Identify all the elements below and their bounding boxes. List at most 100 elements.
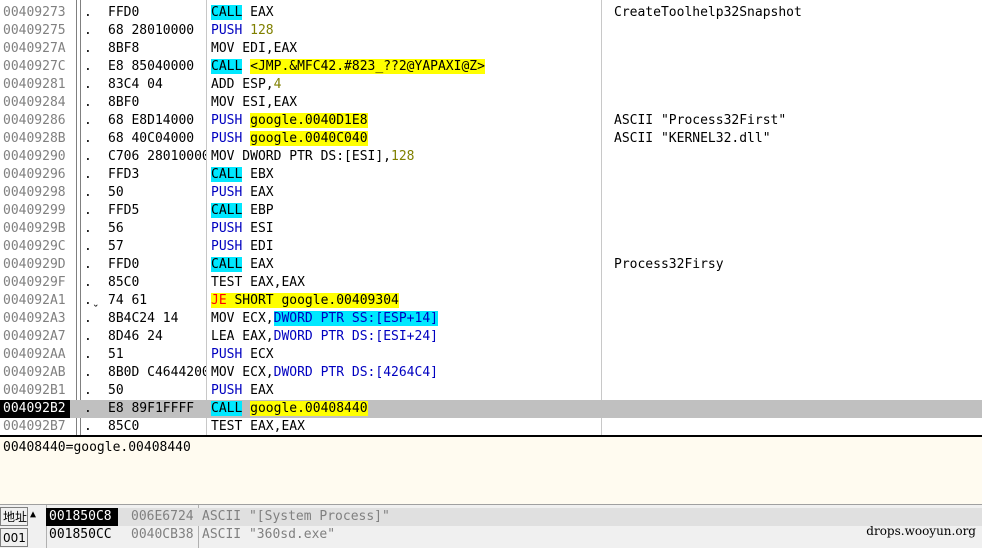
- disassembly-text: JE SHORT google.00409304: [211, 292, 399, 310]
- disasm-row[interactable]: 004092B2. E8 89F1FFFF CALL google.00408440: [0, 400, 982, 418]
- instruction-comment: ASCII "Process32First": [614, 113, 787, 128]
- address-column-cell: 001: [0, 528, 28, 547]
- disasm-row[interactable]: 00409286. 68 E8D14000 PUSH google.0040D1E8…: [0, 112, 982, 130]
- hex-bytes: 8BF8: [108, 41, 140, 56]
- disasm-row[interactable]: 004092A1 .ˬ 74 61 JE SHORT google.00409304: [0, 292, 982, 310]
- hex-bytes: 8B0D C4644200: [108, 365, 206, 380]
- disasm-row[interactable]: 00409281. 83C4 04 ADD ESP,4: [0, 76, 982, 94]
- disasm-row[interactable]: 00409298. 50 PUSH EAX: [0, 184, 982, 202]
- dump-comment: ASCII "[System Process]": [202, 509, 390, 524]
- disassembly-text: CALL EBP: [211, 202, 274, 220]
- instruction-address: 004092AB: [3, 365, 66, 380]
- hex-bytes: FFD5: [108, 203, 140, 218]
- dump-pane[interactable]: 地址 ▲ 001 001850C8 006E6724 ASCII "[System …: [0, 504, 982, 548]
- instruction-token: DWORD PTR DS:[ESI+24]: [273, 329, 438, 344]
- instruction-token: EDI: [242, 239, 274, 254]
- flow-marker: .: [84, 185, 92, 200]
- instruction-address: 00409284: [3, 95, 66, 110]
- instruction-token: 4: [273, 77, 282, 92]
- disasm-row[interactable]: 0040927A. 8BF8 MOV EDI,EAX: [0, 40, 982, 58]
- disassembly-text: CALL <JMP.&MFC42.#823_??2@YAPAXI@Z>: [211, 58, 485, 76]
- dump-comment: ASCII "360sd.exe": [202, 527, 336, 542]
- instruction-token: CALL: [211, 401, 243, 416]
- instruction-token: MOV DWORD PTR DS:[ESI],: [211, 149, 392, 164]
- disasm-row[interactable]: 00409273. FFD0 CALL EAX CreateToolhelp32Sna…: [0, 4, 982, 22]
- instruction-token: PUSH: [211, 383, 243, 398]
- disasm-row[interactable]: 004092B7. 85C0 TEST EAX,EAX: [0, 418, 982, 435]
- hex-bytes: 83C4 04: [108, 77, 163, 92]
- instruction-token: EAX: [242, 383, 274, 398]
- hex-bytes: 57: [108, 239, 124, 254]
- hex-bytes: 8BF0: [108, 95, 140, 110]
- instruction-token: [242, 131, 250, 146]
- flow-marker: .ˬ: [84, 293, 100, 308]
- instruction-token: [242, 23, 250, 38]
- instruction-comment: Process32Firsy: [614, 257, 724, 272]
- disassembly-text: PUSH ECX: [211, 346, 274, 364]
- hex-bytes: 85C0: [108, 419, 140, 434]
- disassembly-text: MOV ECX,DWORD PTR DS:[4264C4]: [211, 364, 438, 382]
- disasm-row[interactable]: 0040927C. E8 85040000 CALL <JMP.&MFC42.#82…: [0, 58, 982, 76]
- disassembly-text: MOV ECX,DWORD PTR SS:[ESP+14]: [211, 310, 438, 328]
- instruction-token: LEA EAX,: [211, 329, 274, 344]
- disasm-row[interactable]: 0040929B. 56 PUSH ESI: [0, 220, 982, 238]
- disasm-row[interactable]: 0040929F. 85C0 TEST EAX,EAX: [0, 274, 982, 292]
- dump-row[interactable]: 001850C8 006E6724 ASCII "[System Process]": [46, 508, 982, 526]
- instruction-token: EBP: [242, 203, 274, 218]
- address-column-header[interactable]: 地址: [0, 507, 28, 526]
- disasm-row[interactable]: 00409275. 68 28010000 PUSH 128: [0, 22, 982, 40]
- disassembly-text: PUSH EDI: [211, 238, 274, 256]
- dump-value: 0040CB38: [131, 527, 194, 542]
- instruction-token: google.0040C040: [250, 131, 368, 146]
- disassembly-text: PUSH 128: [211, 22, 274, 40]
- disasm-row[interactable]: 00409296. FFD3 CALL EBX: [0, 166, 982, 184]
- disassembly-text: PUSH EAX: [211, 382, 274, 400]
- disasm-row[interactable]: 00409284. 8BF0 MOV ESI,EAX: [0, 94, 982, 112]
- instruction-token: CALL: [211, 167, 243, 182]
- disasm-row[interactable]: 004092AB. 8B0D C4644200 MOV ECX,DWORD PTR …: [0, 364, 982, 382]
- disassembly-pane[interactable]: 00409273. FFD0 CALL EAX CreateToolhelp32Sna…: [0, 0, 982, 435]
- instruction-address: 00409298: [3, 185, 66, 200]
- instruction-token: PUSH: [211, 185, 243, 200]
- flow-marker: .: [84, 149, 92, 164]
- disassembly-text: MOV DWORD PTR DS:[ESI],128: [211, 148, 415, 166]
- disasm-row[interactable]: 0040929C. 57 PUSH EDI: [0, 238, 982, 256]
- dump-row[interactable]: 001850CC 0040CB38 ASCII "360sd.exe": [46, 526, 982, 544]
- instruction-token: SHORT google.00409304: [226, 293, 399, 308]
- disasm-row[interactable]: 00409290. C706 28010000 MOV DWORD PTR DS:[…: [0, 148, 982, 166]
- instruction-token: TEST EAX,EAX: [211, 275, 305, 290]
- disasm-row[interactable]: 004092AA. 51 PUSH ECX: [0, 346, 982, 364]
- hex-bytes: 68 E8D14000: [108, 113, 195, 128]
- disassembly-text: TEST EAX,EAX: [211, 418, 305, 435]
- instruction-token: CALL: [211, 203, 243, 218]
- dump-value: 006E6724: [131, 509, 194, 524]
- instruction-token: <JMP.&MFC42.#823_??2@YAPAXI@Z>: [250, 59, 485, 74]
- instruction-token: 128: [250, 23, 274, 38]
- instruction-token: [242, 113, 250, 128]
- disasm-row[interactable]: 00409299. FFD5 CALL EBP: [0, 202, 982, 220]
- instruction-address: 0040927A: [3, 41, 66, 56]
- disassembly-text: CALL google.00408440: [211, 400, 368, 418]
- flow-marker: .: [84, 77, 92, 92]
- hex-bytes: 74 61: [108, 293, 148, 308]
- info-pane: 00408440=google.00408440: [0, 435, 982, 504]
- disasm-row[interactable]: 0040928B. 68 40C04000 PUSH google.0040C040…: [0, 130, 982, 148]
- instruction-token: EAX: [242, 185, 274, 200]
- hex-bytes: 50: [108, 185, 124, 200]
- instruction-token: CALL: [211, 5, 243, 20]
- flow-marker: .: [84, 131, 92, 146]
- hex-bytes: FFD3: [108, 167, 140, 182]
- instruction-address: 00409299: [3, 203, 66, 218]
- instruction-token: TEST EAX,EAX: [211, 419, 305, 434]
- hex-bytes: E8 89F1FFFF: [108, 401, 195, 416]
- sort-up-icon[interactable]: ▲: [30, 509, 36, 520]
- hex-bytes: 85C0: [108, 275, 140, 290]
- disasm-row[interactable]: 004092A7. 8D46 24 LEA EAX,DWORD PTR DS:[ES…: [0, 328, 982, 346]
- disassembly-text: MOV EDI,EAX: [211, 40, 297, 58]
- disasm-row[interactable]: 004092A3. 8B4C24 14 MOV ECX,DWORD PTR SS:[…: [0, 310, 982, 328]
- disasm-row[interactable]: 0040929D. FFD0 CALL EAX Process32Firsy: [0, 256, 982, 274]
- instruction-token: MOV ECX,: [211, 365, 274, 380]
- instruction-address: 0040929B: [3, 221, 66, 236]
- instruction-token: google.00408440: [250, 401, 368, 416]
- disasm-row[interactable]: 004092B1. 50 PUSH EAX: [0, 382, 982, 400]
